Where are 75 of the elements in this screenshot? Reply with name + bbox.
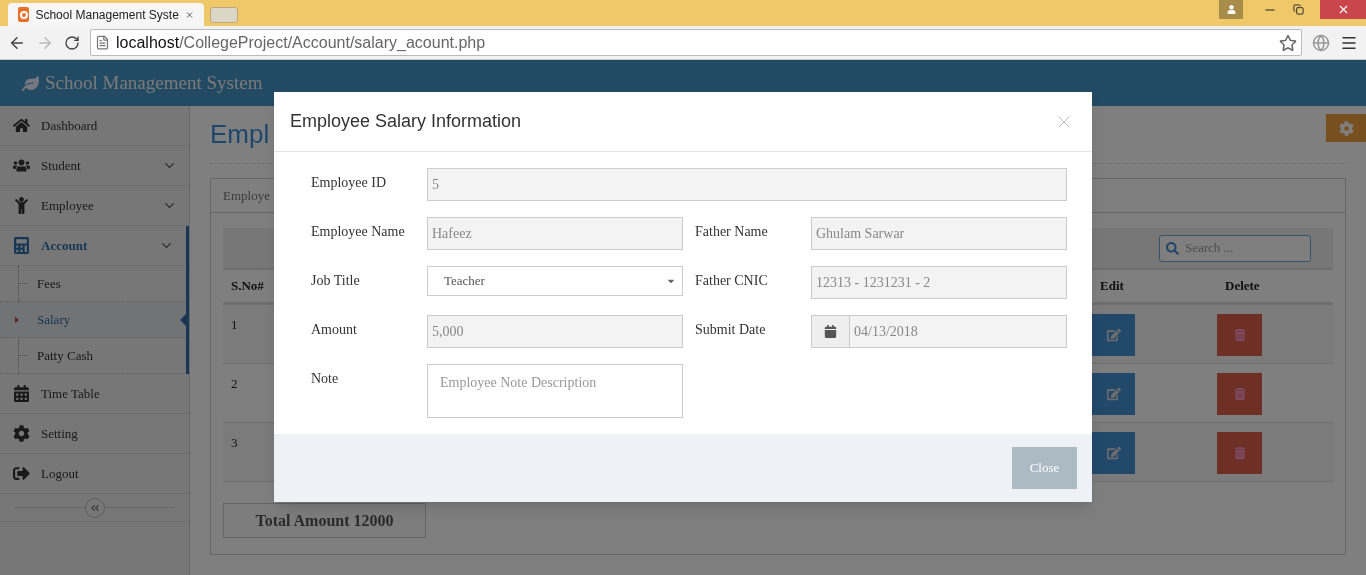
close-window-button[interactable] [1320, 0, 1366, 19]
person-icon [1226, 5, 1236, 14]
edit-button[interactable] [1092, 373, 1135, 415]
exit-icon [13, 465, 30, 482]
text-field[interactable]: Hafeez [427, 217, 683, 250]
search-icon [1166, 241, 1179, 255]
field-label: Amount [311, 322, 357, 337]
modal-title: Employee Salary Information [290, 110, 522, 133]
text-field[interactable]: 12313 - 1231231 - 2 [811, 266, 1067, 299]
field-label: Father Name [695, 224, 768, 239]
app-logo-icon [18, 7, 30, 22]
profile-button[interactable] [1219, 0, 1243, 19]
sidebar-item[interactable]: Account [0, 226, 186, 266]
edit-button[interactable] [1092, 432, 1135, 474]
table-cell-text: 2 [230, 375, 239, 393]
field-label: Father CNIC [695, 273, 768, 288]
sidebar-item[interactable]: Time Table [0, 374, 189, 414]
text-field[interactable]: 5,000 [427, 315, 683, 348]
delete-button[interactable] [1217, 432, 1262, 474]
dropdown-field[interactable]: Teacher [427, 266, 683, 296]
browser-tab[interactable]: School Management Syste [8, 3, 204, 26]
close-button[interactable]: Close [1012, 447, 1077, 489]
table-cell-text: 1 [230, 316, 239, 334]
text-field[interactable]: 5 [427, 168, 1067, 201]
people-icon [13, 157, 30, 174]
double-chevron-icon [89, 502, 100, 513]
delete-button[interactable] [1217, 373, 1262, 415]
text-field[interactable]: Ghulam Sarwar [811, 217, 1067, 250]
date-field[interactable]: 04/13/2018 [811, 315, 1067, 348]
star-icon[interactable] [1279, 33, 1297, 52]
page-icon [95, 35, 110, 50]
house-icon [13, 117, 30, 134]
trash-icon [1233, 388, 1246, 400]
edit-icon [1106, 328, 1121, 342]
column-header: Delete [1224, 277, 1261, 296]
field-label: Employee ID [311, 175, 387, 190]
field-label: Employee Name [311, 224, 405, 239]
address-field[interactable]: localhost/CollegeProject/Account/salary_acount.php [90, 29, 1302, 56]
new-tab-button[interactable] [210, 7, 238, 23]
field-label: Note [311, 371, 339, 386]
calendar-icon [13, 385, 30, 402]
submenu-item[interactable]: Patty Cash [0, 338, 186, 374]
sidebar-item[interactable]: Student [0, 146, 189, 186]
sidebar-item[interactable]: Logout [0, 454, 189, 494]
brand-title: School Management System [45, 70, 263, 95]
sidebar-item[interactable]: Dashboard [0, 106, 189, 146]
gear-icon [1338, 120, 1354, 136]
trash-icon [1233, 329, 1246, 341]
column-header: S.No# [230, 277, 265, 296]
table-cell-text: 3 [230, 434, 239, 452]
calculator-icon [13, 237, 30, 254]
sidebar-item[interactable]: Setting [0, 414, 189, 454]
reload-icon[interactable] [64, 34, 80, 51]
note-field[interactable]: Employee Note Description [427, 364, 683, 418]
restore-icon[interactable] [1293, 4, 1304, 15]
gear-icon [13, 425, 30, 442]
settings-button[interactable] [1326, 114, 1366, 142]
globe-icon[interactable] [1312, 33, 1330, 52]
column-header: Edit [1099, 277, 1125, 296]
field-label: Submit Date [695, 322, 766, 337]
submenu-item[interactable]: Salary [0, 302, 186, 338]
person-icon [13, 197, 30, 214]
sidebar-item[interactable]: Employee [0, 186, 189, 226]
page-title: Empl [210, 118, 270, 151]
calendar-icon [824, 325, 837, 338]
trash-icon [1233, 447, 1246, 459]
edit-icon [1106, 446, 1121, 460]
total-amount-box: Total Amount 12000 [223, 503, 426, 538]
panel-tab[interactable]: Employe [223, 185, 270, 206]
collapse-button[interactable] [84, 497, 105, 518]
field-label: Job Title [311, 273, 360, 288]
leaf-icon [22, 74, 39, 92]
edit-icon [1106, 387, 1121, 401]
edit-button[interactable] [1092, 314, 1135, 356]
delete-button[interactable] [1217, 314, 1262, 356]
